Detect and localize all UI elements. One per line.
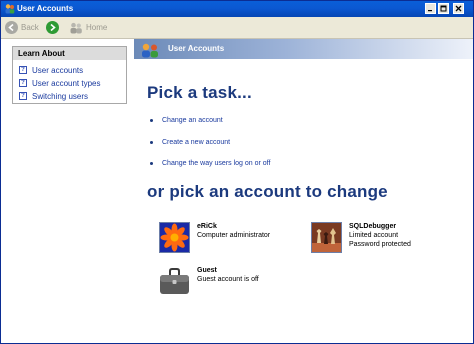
minimize-button[interactable] (425, 3, 436, 14)
user-accounts-window: User Accounts Back Home Learn About ? Us… (0, 0, 474, 344)
forward-arrow-icon (46, 21, 59, 34)
navigation-toolbar: Back Home (1, 17, 473, 39)
account-status: Guest account is off (197, 276, 259, 283)
flower-picture-icon (159, 222, 190, 253)
learn-item-label: User account types (32, 78, 101, 88)
task-create-account[interactable]: Create a new account (150, 137, 230, 147)
account-name: eRiCk (197, 223, 217, 230)
back-arrow-icon (5, 21, 18, 34)
chess-picture-icon (311, 222, 342, 253)
maximize-icon (440, 5, 447, 12)
help-icon: ? (19, 79, 27, 87)
user-accounts-icon (5, 4, 15, 14)
briefcase-picture-icon (159, 266, 190, 297)
learn-about-heading: Learn About (13, 47, 126, 60)
window-title: User Accounts (17, 4, 74, 13)
home-label: Home (86, 23, 108, 32)
account-name: SQLDebugger (349, 223, 397, 230)
task-change-account[interactable]: Change an account (150, 115, 223, 125)
user-accounts-header-icon (142, 43, 158, 58)
back-button[interactable]: Back (5, 20, 39, 35)
home-users-icon (70, 22, 82, 33)
task-label: Change an account (162, 116, 223, 124)
task-change-logon[interactable]: Change the way users log on or off (150, 158, 270, 168)
forward-button[interactable] (46, 20, 62, 35)
bullet-icon (150, 140, 153, 144)
main-content: User Accounts Pick a task... Change an a… (134, 39, 473, 343)
account-info: Guest Guest account is off (197, 266, 259, 297)
left-pane: Learn About ? User accounts ? User accou… (1, 39, 134, 343)
pick-task-heading: Pick a task... (147, 83, 252, 102)
account-type: Computer administrator (197, 232, 271, 239)
learn-item-switching-users[interactable]: ? Switching users (19, 91, 88, 101)
account-sqldebugger[interactable]: SQLDebugger Limited account Password pro… (311, 222, 411, 253)
help-icon: ? (19, 92, 27, 100)
account-info: SQLDebugger Limited account Password pro… (349, 222, 411, 253)
account-erick[interactable]: eRiCk Computer administrator (159, 222, 270, 253)
account-name: Guest (197, 267, 217, 274)
bullet-icon (150, 161, 153, 165)
home-button[interactable]: Home (69, 20, 107, 35)
close-icon (455, 5, 462, 12)
pick-account-heading: or pick an account to change (147, 182, 388, 201)
task-label: Create a new account (162, 138, 231, 146)
account-guest[interactable]: Guest Guest account is off (159, 266, 259, 297)
title-bar[interactable]: User Accounts (1, 1, 473, 17)
help-icon: ? (19, 66, 27, 74)
account-type: Limited account (349, 232, 399, 239)
task-label: Change the way users log on or off (162, 159, 271, 167)
account-status: Password protected (349, 241, 411, 248)
minimize-icon (428, 10, 432, 12)
learn-about-panel: Learn About ? User accounts ? User accou… (12, 46, 127, 104)
learn-item-user-accounts[interactable]: ? User accounts (19, 65, 83, 75)
back-label: Back (21, 23, 39, 32)
bullet-icon (150, 118, 153, 122)
content-header-title: User Accounts (168, 44, 225, 53)
learn-item-label: User accounts (32, 65, 84, 75)
account-info: eRiCk Computer administrator (197, 222, 270, 253)
close-button[interactable] (453, 3, 464, 14)
maximize-button[interactable] (438, 3, 449, 14)
content-header: User Accounts (134, 39, 473, 59)
learn-item-user-account-types[interactable]: ? User account types (19, 78, 100, 88)
learn-item-label: Switching users (32, 91, 89, 101)
